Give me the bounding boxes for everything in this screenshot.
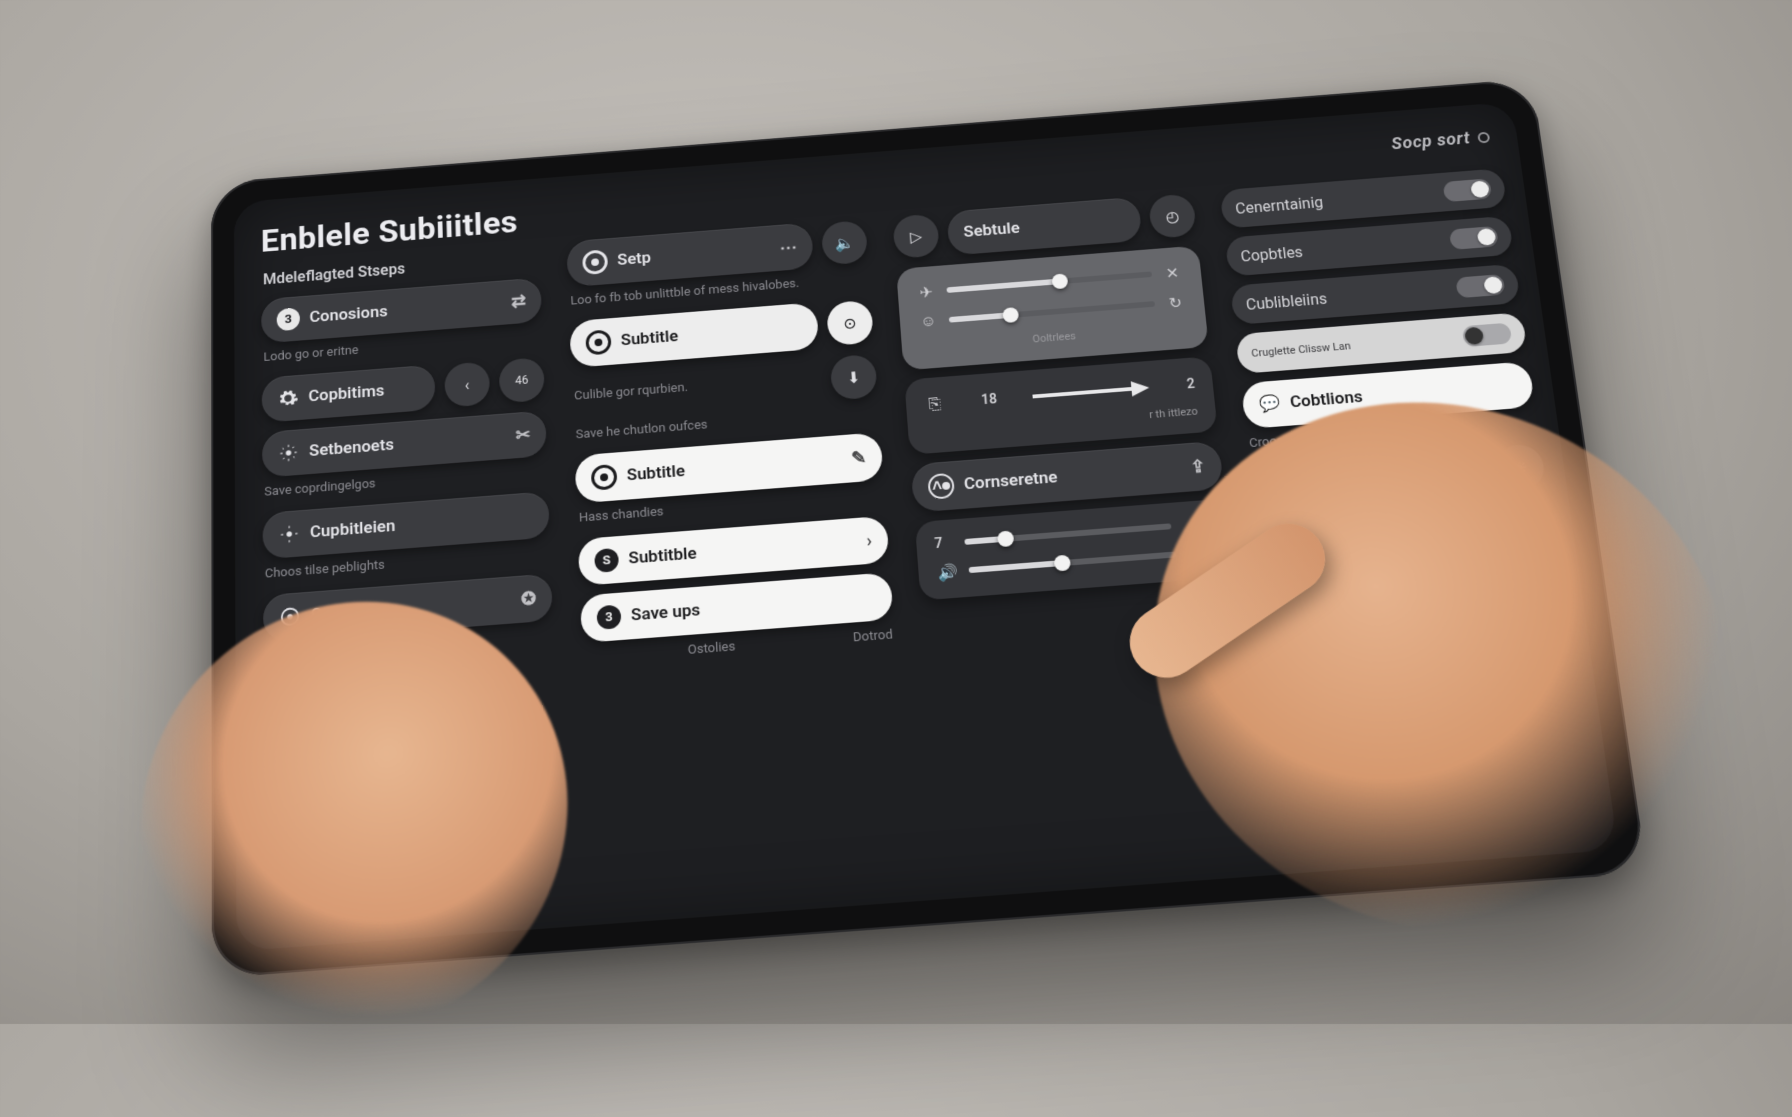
column-2: Setp ⋯ 🔈 Loo fo fb tob unlittble of mess… [566,218,898,702]
cart-icon[interactable]: 🛒 [1265,601,1317,650]
slider-card-2: 7 41 🔊 Altrin [915,499,1234,601]
slider-3[interactable] [964,523,1171,545]
footer-label: Altrin [1186,545,1213,560]
star-icon[interactable]: ★ [431,636,478,685]
target-icon [585,329,611,355]
value-7: 7 [934,536,943,552]
close-icon[interactable]: ✕ [1161,262,1185,284]
toggle[interactable] [1443,178,1493,202]
target-icon [591,464,618,491]
slider-card-1: ✈ ✕ ☺ ↻ Ooltrlees [896,245,1209,370]
sidebar-item-curgatio[interactable]: Curgatio ✪ [263,573,553,642]
scissors-icon[interactable]: ✂ [515,424,530,445]
smile-icon: ☺ [917,310,940,332]
screen: Enblele Subiiitles Socp sort Mdeleflagte… [234,102,1618,952]
slider-2[interactable] [949,301,1155,323]
value-2: 2 [1186,376,1195,392]
edit-icon[interactable]: ✎ [851,447,867,468]
value-41: 41 [1193,516,1211,533]
arrow-card[interactable]: ⎘ 18 2 r th ittlezo [904,356,1218,455]
label: Cublibleiins [1245,289,1328,313]
target-icon [582,249,608,275]
badge-icon: ✪ [521,588,537,610]
label: Subtitble [628,544,697,569]
label: Subtitle [620,327,678,350]
label: Cetpips [1305,526,1366,550]
down-arrow-icon[interactable]: ⬇ [830,354,878,401]
toggle[interactable] [1455,274,1505,298]
play-icon[interactable]: ▷ [892,213,940,259]
label: Cornseretne [963,468,1058,494]
dotrod-label: Dotrod [853,628,894,646]
clock-icon[interactable]: ◴ [1148,193,1197,239]
chevron-up-icon: ˄ [927,473,955,500]
badge-3: 3 [596,604,621,629]
label: Curgatio [311,600,376,625]
tablet-frame: Enblele Subiiitles Socp sort Mdeleflagte… [211,78,1647,978]
badge-3: 3 [277,307,300,331]
expand-icon[interactable]: ⊙ [826,300,874,346]
more-icon[interactable]: ⋯ [779,237,798,258]
helper: Cruglette Clissw Lan [1251,339,1352,359]
arrow-right-icon [1032,376,1153,408]
attachment-icon: ⎘ [923,393,946,416]
volume-icon[interactable]: 🔊 [936,560,960,583]
label: Copbitims [308,381,384,406]
volume-icon[interactable]: 🔈 [821,220,868,266]
chevron-right-icon[interactable]: › [866,530,873,551]
chat-icon: 💬 [1258,394,1281,415]
slider-4[interactable] [969,551,1177,573]
column-4: Cenerntainig Copbtles Cublibleiins Crugl… [1220,168,1567,650]
label: Setp [617,249,651,270]
label: Subtitle [626,462,685,486]
value-18: 18 [981,392,998,408]
plane-icon: ✈ [915,281,938,303]
label: Cuptions [1299,469,1370,494]
label: Cobtlions [1289,387,1364,412]
gear-icon [278,523,300,546]
brand: Socp sort [1390,127,1491,154]
column-1: Mdeleflagted Stseps 3 Conosions ⇄ Lodo g… [261,244,556,726]
brand-label: Socp sort [1390,129,1471,154]
number-chip[interactable]: 46 [499,357,545,404]
gear-icon [278,442,300,465]
sun-icon[interactable]: ☀ [1494,443,1546,491]
camera-icon: 📷 [1273,532,1297,553]
subtitle-button-1[interactable]: Subtitle [569,302,819,368]
label: Cupbitleien [310,516,396,542]
prev-button[interactable]: ‹ [263,649,309,698]
sebtule-button[interactable]: Sebtule [946,197,1142,256]
helper: Culible gor rqurbien. [574,370,820,403]
sidebar-item-copbitims[interactable]: Copbitims [262,364,436,422]
share-icon[interactable]: ⇪ [1189,456,1206,477]
label: Conosions [309,302,387,327]
share-icon[interactable]: ⇪ [1322,597,1374,646]
target-icon[interactable] [319,645,366,694]
next-button[interactable]: › [375,640,422,689]
slider-1[interactable] [946,271,1152,293]
badge-s: S [594,548,619,573]
label: Copbtles [1240,243,1304,265]
gear-icon [277,387,299,409]
cuptions-button[interactable]: Cuptions [1250,447,1491,511]
loop-icon[interactable]: ↻ [1164,291,1188,313]
toggle[interactable] [1449,226,1499,250]
prev-icon[interactable]: ‹ [444,361,490,408]
gear-icon [279,605,301,628]
gear-icon [1267,474,1291,497]
main-grid: Mdeleflagted Stseps 3 Conosions ⇄ Lodo g… [261,169,1585,922]
toggle[interactable] [1462,323,1512,347]
label: Cenerntainig [1234,193,1324,217]
toggle-icon[interactable]: ⇄ [511,291,526,311]
label: Save ups [631,600,701,625]
label: Setbenoets [309,435,394,460]
column-3: ▷ Sebtule ◴ ✈ ✕ ☺ [892,192,1241,676]
label: Sebtule [963,219,1021,242]
info-icon[interactable] [1477,131,1490,143]
